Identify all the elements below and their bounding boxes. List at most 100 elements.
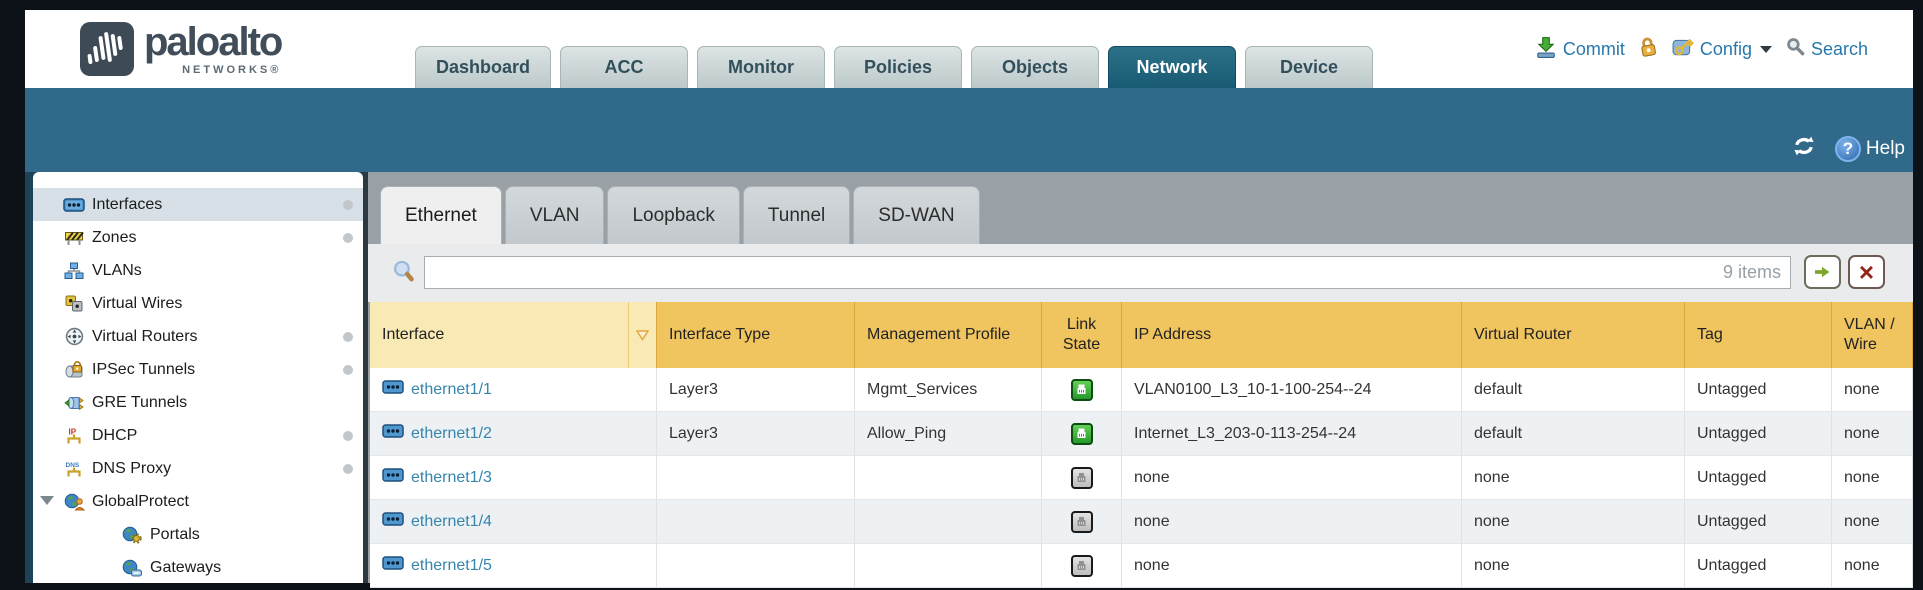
interfaces-icon	[63, 198, 85, 212]
ethernet-port-icon	[382, 512, 404, 531]
interface-link[interactable]: ethernet1/1	[411, 381, 492, 399]
interfaces-table: Interface Interface Type Management Prof…	[370, 302, 1913, 588]
virtual-routers-icon	[63, 327, 85, 346]
config-icon	[1672, 36, 1694, 63]
nav-tab-device[interactable]: Device	[1245, 46, 1373, 88]
commit-icon	[1535, 36, 1557, 63]
main-nav: Dashboard ACC Monitor Policies Objects N…	[415, 46, 1373, 88]
interface-link[interactable]: ethernet1/5	[411, 557, 492, 575]
nav-tab-objects[interactable]: Objects	[971, 46, 1099, 88]
nav-tab-dashboard[interactable]: Dashboard	[415, 46, 551, 88]
portals-icon	[121, 526, 143, 544]
gre-tunnels-icon	[63, 395, 85, 411]
sidebar-item-zones[interactable]: Zones	[33, 221, 363, 254]
sidebar-item-ipsec-tunnels[interactable]: IPSec Tunnels	[33, 353, 363, 386]
tab-sdwan[interactable]: SD-WAN	[853, 186, 979, 244]
sidebar-item-virtual-wires[interactable]: Virtual Wires	[33, 287, 363, 320]
col-header-ip-address[interactable]: IP Address	[1122, 302, 1462, 368]
sidebar-item-vlans[interactable]: VLANs	[33, 254, 363, 287]
refresh-icon[interactable]	[1791, 135, 1817, 162]
search-button[interactable]: Search	[1786, 37, 1868, 61]
tab-loopback[interactable]: Loopback	[607, 186, 739, 244]
nav-tab-network[interactable]: Network	[1108, 46, 1236, 88]
nav-tab-policies[interactable]: Policies	[834, 46, 962, 88]
table-header-row: Interface Interface Type Management Prof…	[370, 302, 1913, 368]
secondary-toolbar: ? Help	[25, 88, 1913, 172]
content-panel: Ethernet VLAN Loopback Tunnel SD-WAN 9 i…	[368, 172, 1913, 583]
sort-dropdown[interactable]	[628, 302, 656, 368]
col-header-vlan-wire[interactable]: VLAN / Wire	[1832, 302, 1913, 368]
filter-search-icon	[392, 260, 414, 289]
col-header-link-state[interactable]: Link State	[1042, 302, 1122, 368]
tab-ethernet[interactable]: Ethernet	[380, 186, 502, 244]
apply-filter-button[interactable]	[1804, 255, 1841, 289]
col-header-interface-type[interactable]: Interface Type	[657, 302, 855, 368]
table-row: ethernet1/1 Layer3 Mgmt_Services VLAN010…	[370, 368, 1913, 412]
sidebar-item-gre-tunnels[interactable]: GRE Tunnels	[33, 386, 363, 419]
link-state-down-icon	[1071, 555, 1093, 577]
sidebar-item-interfaces[interactable]: Interfaces	[33, 188, 363, 221]
status-dot	[343, 464, 353, 474]
commit-button[interactable]: Commit	[1535, 36, 1625, 63]
lock-icon[interactable]	[1637, 34, 1660, 64]
filter-bar: 9 items ×	[368, 244, 1913, 302]
globalprotect-icon	[63, 493, 85, 511]
interface-link[interactable]: ethernet1/3	[411, 469, 492, 487]
svg-text:DNS: DNS	[66, 462, 80, 469]
paloalto-logo: paloalto NETWORKS®	[80, 18, 281, 76]
sidebar-item-globalprotect[interactable]: GlobalProtect	[33, 485, 363, 518]
status-dot	[343, 431, 353, 441]
sidebar-item-gateways[interactable]: Gateways	[33, 551, 363, 583]
table-row: ethernet1/3 none none Untagged none	[370, 456, 1913, 500]
nav-tab-monitor[interactable]: Monitor	[697, 46, 825, 88]
ethernet-port-icon	[382, 380, 404, 399]
sidebar-item-dns-proxy[interactable]: DNS DNS Proxy	[33, 452, 363, 485]
brand-subtitle: NETWORKS®	[182, 64, 281, 76]
filter-input[interactable]	[424, 256, 1791, 289]
zones-icon	[63, 230, 85, 246]
virtual-wires-icon	[63, 295, 85, 312]
sidebar-item-virtual-routers[interactable]: Virtual Routers	[33, 320, 363, 353]
main-area: Interfaces Zones VLANs Virtual Wires Vir…	[25, 172, 1913, 583]
tab-tunnel[interactable]: Tunnel	[743, 186, 850, 244]
svg-text:IP: IP	[69, 427, 77, 436]
col-header-interface[interactable]: Interface	[370, 302, 657, 368]
brand-name: paloalto	[144, 18, 281, 66]
col-header-management-profile[interactable]: Management Profile	[855, 302, 1042, 368]
link-state-up-icon	[1071, 423, 1093, 445]
table-row: ethernet1/2 Layer3 Allow_Ping Internet_L…	[370, 412, 1913, 456]
help-button[interactable]: ? Help	[1835, 136, 1905, 162]
status-dot	[343, 233, 353, 243]
help-icon: ?	[1835, 136, 1861, 162]
table-row: ethernet1/4 none none Untagged none	[370, 500, 1913, 544]
status-dot	[343, 365, 353, 375]
link-state-down-icon	[1071, 467, 1093, 489]
col-header-virtual-router[interactable]: Virtual Router	[1462, 302, 1685, 368]
tab-vlan[interactable]: VLAN	[505, 186, 605, 244]
dhcp-icon: IP	[63, 427, 85, 445]
app-header: paloalto NETWORKS® Dashboard ACC Monitor…	[25, 10, 1913, 88]
sidebar-item-portals[interactable]: Portals	[33, 518, 363, 551]
paloalto-logo-icon	[80, 22, 134, 76]
ipsec-tunnels-icon	[63, 361, 85, 378]
link-state-down-icon	[1071, 511, 1093, 533]
network-sidebar: Interfaces Zones VLANs Virtual Wires Vir…	[33, 172, 363, 583]
nav-tab-acc[interactable]: ACC	[560, 46, 688, 88]
interface-link[interactable]: ethernet1/2	[411, 425, 492, 443]
status-dot	[343, 200, 353, 210]
collapse-triangle-icon[interactable]	[40, 496, 54, 505]
chevron-down-icon	[1760, 46, 1772, 53]
clear-filter-button[interactable]: ×	[1848, 255, 1885, 289]
sidebar-item-dhcp[interactable]: IP DHCP	[33, 419, 363, 452]
vlans-icon	[63, 262, 85, 280]
interface-type-tabs: Ethernet VLAN Loopback Tunnel SD-WAN	[368, 172, 1913, 244]
ethernet-port-icon	[382, 424, 404, 443]
interface-link[interactable]: ethernet1/4	[411, 513, 492, 531]
col-header-tag[interactable]: Tag	[1685, 302, 1832, 368]
ethernet-port-icon	[382, 468, 404, 487]
items-count: 9 items	[1723, 262, 1781, 283]
dns-proxy-icon: DNS	[63, 460, 85, 478]
gateways-icon	[121, 559, 143, 577]
table-row: ethernet1/5 none none Untagged none	[370, 544, 1913, 588]
config-menu[interactable]: Config	[1672, 36, 1772, 63]
